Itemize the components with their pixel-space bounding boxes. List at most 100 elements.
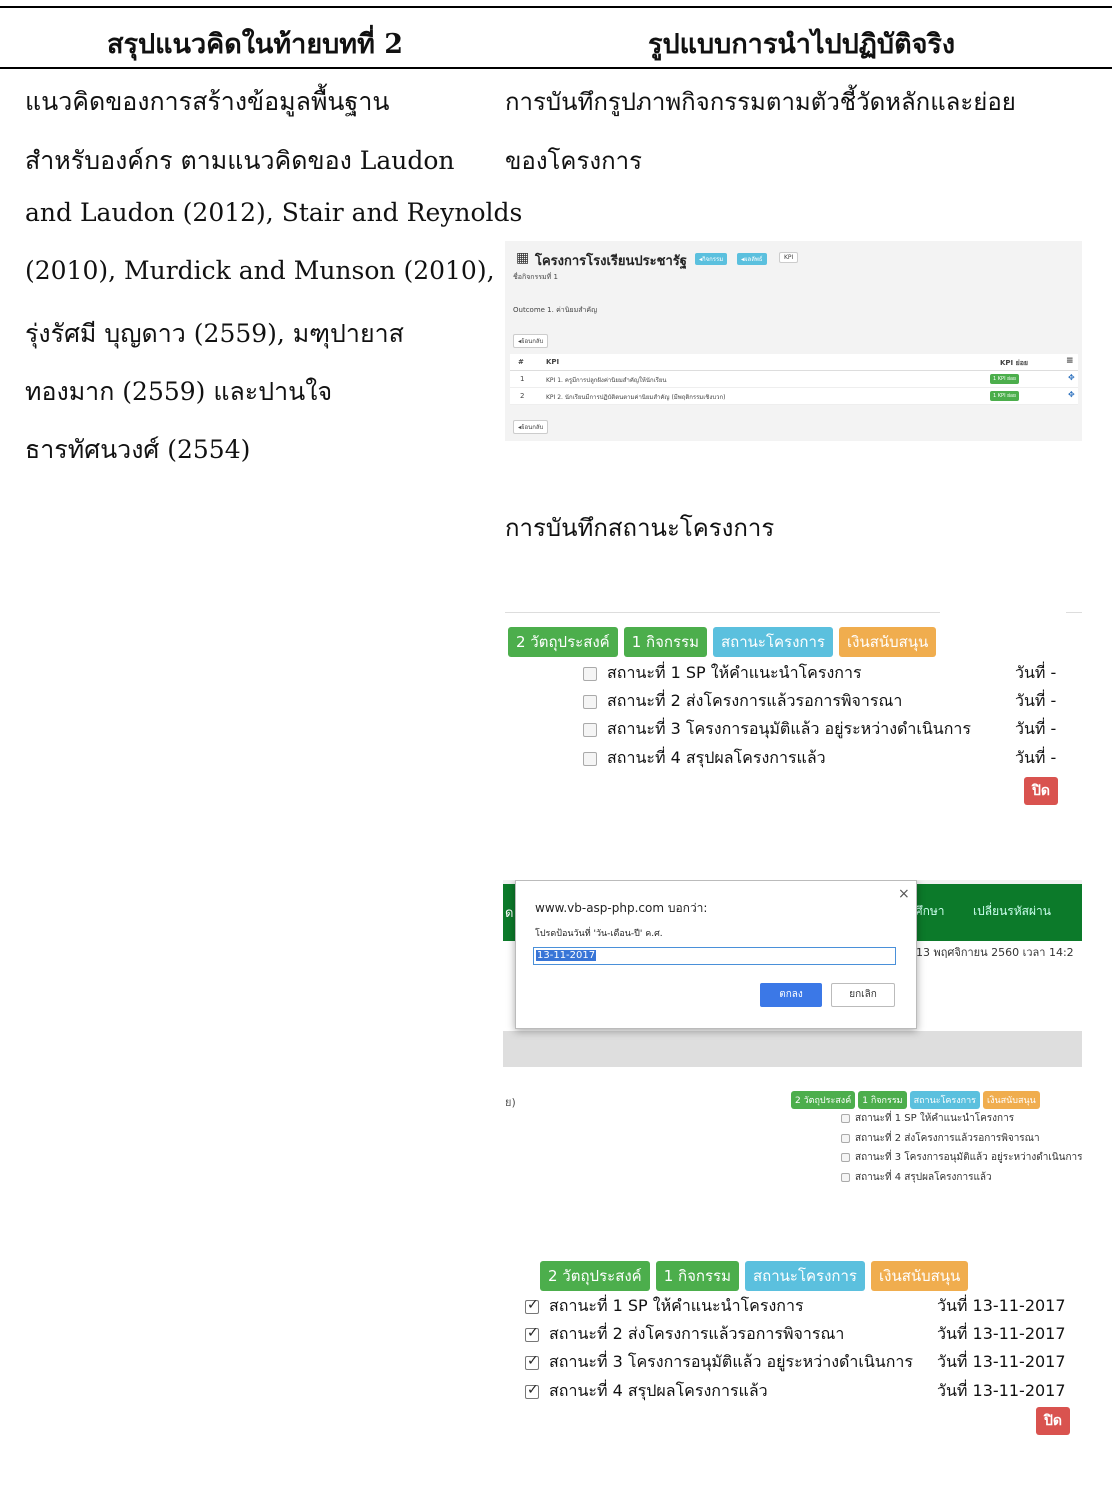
status-shot-divider bbox=[505, 612, 940, 613]
status-buttons: 2 วัตถุประสงค์ 1 กิจกรรม สถานะโครงการ เงินส… bbox=[540, 1261, 974, 1291]
left-text-line: ธารทัศนวงศ์ (2554) bbox=[25, 435, 251, 464]
dialog-prompt-text: โปรดป้อนวันที่ 'วัน-เดือน-ปี' ค.ศ. bbox=[535, 929, 663, 939]
bg-nav-item[interactable]: เปลี่ยนรหัสผ่าน bbox=[973, 902, 1051, 921]
bg-paren: ย) bbox=[505, 1096, 516, 1109]
status-checkbox-checked[interactable] bbox=[525, 1382, 539, 1399]
menu-icon: ≡ bbox=[1066, 356, 1074, 366]
kpi-tag-activity[interactable]: ◂กิจกรรม bbox=[695, 253, 728, 265]
status-checkbox-checked[interactable] bbox=[525, 1325, 539, 1342]
status-item: สถานะที่ 2 ส่งโครงการแล้วรอการพิจารณา bbox=[841, 1131, 1040, 1146]
caption-kpi-line1: การบันทึกรูปภาพกิจกรรมตามตัวชี้วัดหลักแล… bbox=[505, 88, 1016, 116]
left-text-line: แนวคิดของการสร้างข้อมูลพื้นฐาน bbox=[25, 87, 390, 116]
status-item: สถานะที่ 4 สรุปผลโครงการแล้ว bbox=[525, 1379, 768, 1404]
kpi-row-text: KPI 2. นักเรียนมีการปฏิบัติตนตามค่านิยมส… bbox=[546, 394, 726, 401]
kpi-back-button-2[interactable]: ◂ย้อนกลับ bbox=[513, 420, 549, 434]
grid-icon: ▦ bbox=[516, 250, 530, 266]
ok-button[interactable]: ตกลง bbox=[760, 983, 822, 1007]
left-text-line: (2010), Murdick and Munson (2010), bbox=[25, 256, 495, 285]
table-row: 1 KPI 1. ครูมีการปลูกฝังค่านิยมสำคัญให้น… bbox=[510, 371, 1078, 388]
kpi-project-title: โครงการโรงเรียนประชารัฐ bbox=[535, 254, 687, 269]
status-date: วันที่ - bbox=[1015, 719, 1057, 738]
edit-icon[interactable]: ✥ bbox=[1068, 373, 1075, 382]
caption-kpi-line2: ของโครงการ bbox=[505, 147, 642, 175]
kpi-back-button[interactable]: ◂ย้อนกลับ bbox=[513, 334, 549, 348]
activities-button[interactable]: 1 กิจกรรม bbox=[655, 1261, 739, 1291]
kpi-row-num: 2 bbox=[520, 392, 525, 400]
status-button[interactable]: สถานะโครงการ bbox=[909, 1091, 980, 1109]
date-input[interactable]: 13-11-2017 bbox=[533, 947, 896, 965]
funding-button[interactable]: เงินสนับสนุน bbox=[871, 1261, 969, 1291]
status-checkbox[interactable] bbox=[583, 666, 597, 681]
objectives-button[interactable]: 2 วัตถุประสงค์ bbox=[508, 627, 618, 657]
status-date: วันที่ - bbox=[1015, 748, 1057, 767]
status-checkbox[interactable] bbox=[583, 751, 597, 766]
status-checkbox[interactable] bbox=[583, 722, 597, 737]
status-checkbox-checked[interactable] bbox=[525, 1297, 539, 1314]
kpi-row-badge[interactable]: 1 KPI ย่อย bbox=[990, 374, 1019, 384]
bg-grey-band bbox=[503, 1031, 1082, 1067]
kpi-row-badge[interactable]: 1 KPI ย่อย bbox=[990, 391, 1019, 401]
status-item: สถานะที่ 2 ส่งโครงการแล้วรอการพิจารณา bbox=[525, 1322, 844, 1347]
table-row: 2 KPI 2. นักเรียนมีการปฏิบัติตนตามค่านิย… bbox=[510, 388, 1078, 405]
kpi-outcome: Outcome 1. ค่านิยมสำคัญ bbox=[513, 306, 598, 314]
left-text-line: ทองมาก (2559) และปานใจ bbox=[25, 377, 333, 406]
status-button[interactable]: สถานะโครงการ bbox=[712, 627, 833, 657]
status-checkbox[interactable] bbox=[583, 694, 597, 709]
date-input-value: 13-11-2017 bbox=[536, 950, 597, 961]
close-icon[interactable]: × bbox=[898, 886, 910, 902]
status-checkbox[interactable] bbox=[841, 1152, 850, 1162]
status-item: สถานะที่ 4 สรุปผลโครงการแล้ว bbox=[583, 746, 826, 771]
kpi-tag-kpi[interactable]: KPI bbox=[779, 252, 799, 263]
caption-status: การบันทึกสถานะโครงการ bbox=[505, 514, 775, 542]
left-text-line: รุ่งรัศมี บุญดาว (2559), มฑุปายาส bbox=[25, 319, 404, 348]
table-top-rule bbox=[0, 6, 1112, 8]
header-right: รูปแบบการนำไปปฏิบัติจริง bbox=[648, 29, 956, 60]
status-date: วันที่ 13-11-2017 bbox=[937, 1324, 1066, 1343]
activities-button[interactable]: 1 กิจกรรม bbox=[623, 627, 707, 657]
dialog-screenshot: ด ศึกษา เปลี่ยนรหัสผ่าน 13 พฤศจิกายน 256… bbox=[503, 880, 1082, 1196]
kpi-table: # KPI KPI ย่อย ≡ 1 KPI 1. ครูมีการปลูกฝั… bbox=[510, 354, 1078, 405]
kpi-row-num: 1 bbox=[520, 375, 525, 383]
status-date: วันที่ - bbox=[1015, 691, 1057, 710]
status-date: วันที่ - bbox=[1015, 663, 1057, 682]
kpi-col-kpi: KPI bbox=[546, 358, 560, 366]
status-item: สถานะที่ 3 โครงการอนุมัติแล้ว อยู่ระหว่า… bbox=[583, 717, 971, 742]
kpi-table-header: # KPI KPI ย่อย ≡ bbox=[510, 354, 1078, 371]
kpi-col-sub: KPI ย่อย bbox=[1000, 359, 1029, 367]
objectives-button[interactable]: 2 วัตถุประสงค์ bbox=[540, 1261, 650, 1291]
activities-button[interactable]: 1 กิจกรรม bbox=[858, 1091, 907, 1109]
left-text-line: and Laudon (2012), Stair and Reynolds bbox=[25, 198, 523, 227]
kpi-tag-outcome[interactable]: ◂ผลลัพธ์ bbox=[737, 253, 767, 265]
status-checkbox[interactable] bbox=[841, 1133, 850, 1143]
funding-button[interactable]: เงินสนับสนุน bbox=[983, 1091, 1040, 1109]
status-item: สถานะที่ 4 สรุปผลโครงการแล้ว bbox=[841, 1170, 992, 1185]
bg-nav-item[interactable]: ศึกษา bbox=[915, 902, 945, 921]
bg-nav-left: ด bbox=[505, 906, 514, 921]
funding-button[interactable]: เงินสนับสนุน bbox=[839, 627, 937, 657]
close-button[interactable]: ปิด bbox=[1024, 777, 1058, 805]
objectives-button[interactable]: 2 วัตถุประสงค์ bbox=[791, 1091, 856, 1109]
mini-status-buttons: 2 วัตถุประสงค์ 1 กิจกรรม สถานะโครงการ เงินส… bbox=[791, 1091, 1043, 1109]
status-checkbox[interactable] bbox=[841, 1172, 850, 1182]
header-left: สรุปแนวคิดในท้ายบทที่ 2 bbox=[107, 29, 404, 60]
dialog-site-title: www.vb-asp-php.com บอกว่า: bbox=[535, 901, 708, 915]
status-item: สถานะที่ 1 SP ให้คำแนะนำโครงการ bbox=[525, 1294, 804, 1319]
left-text-line: สำหรับองค์กร ตามแนวคิดของ Laudon bbox=[25, 146, 455, 175]
status-buttons: 2 วัตถุประสงค์ 1 กิจกรรม สถานะโครงการ เงินส… bbox=[508, 627, 942, 657]
kpi-activity-name: ชื่อกิจกรรมที่ 1 bbox=[513, 273, 558, 281]
status-date: วันที่ 13-11-2017 bbox=[937, 1352, 1066, 1371]
status-shot-divider-right bbox=[1066, 612, 1082, 613]
table-header-rule bbox=[0, 67, 1112, 69]
status-item: สถานะที่ 1 SP ให้คำแนะนำโครงการ bbox=[583, 661, 862, 686]
cancel-button[interactable]: ยกเลิก bbox=[831, 983, 895, 1007]
status-checkbox-checked[interactable] bbox=[525, 1353, 539, 1370]
prompt-dialog: www.vb-asp-php.com บอกว่า: × โปรดป้อนวัน… bbox=[515, 880, 917, 1029]
kpi-row-text: KPI 1. ครูมีการปลูกฝังค่านิยมสำคัญให้นัก… bbox=[546, 377, 667, 384]
status-button[interactable]: สถานะโครงการ bbox=[744, 1261, 865, 1291]
status-item: สถานะที่ 3 โครงการอนุมัติแล้ว อยู่ระหว่า… bbox=[525, 1350, 913, 1375]
edit-icon[interactable]: ✥ bbox=[1068, 390, 1075, 399]
status-date: วันที่ 13-11-2017 bbox=[937, 1296, 1066, 1315]
close-button[interactable]: ปิด bbox=[1036, 1407, 1070, 1435]
status-item: สถานะที่ 1 SP ให้คำแนะนำโครงการ bbox=[841, 1111, 1014, 1126]
status-checkbox[interactable] bbox=[841, 1113, 850, 1123]
